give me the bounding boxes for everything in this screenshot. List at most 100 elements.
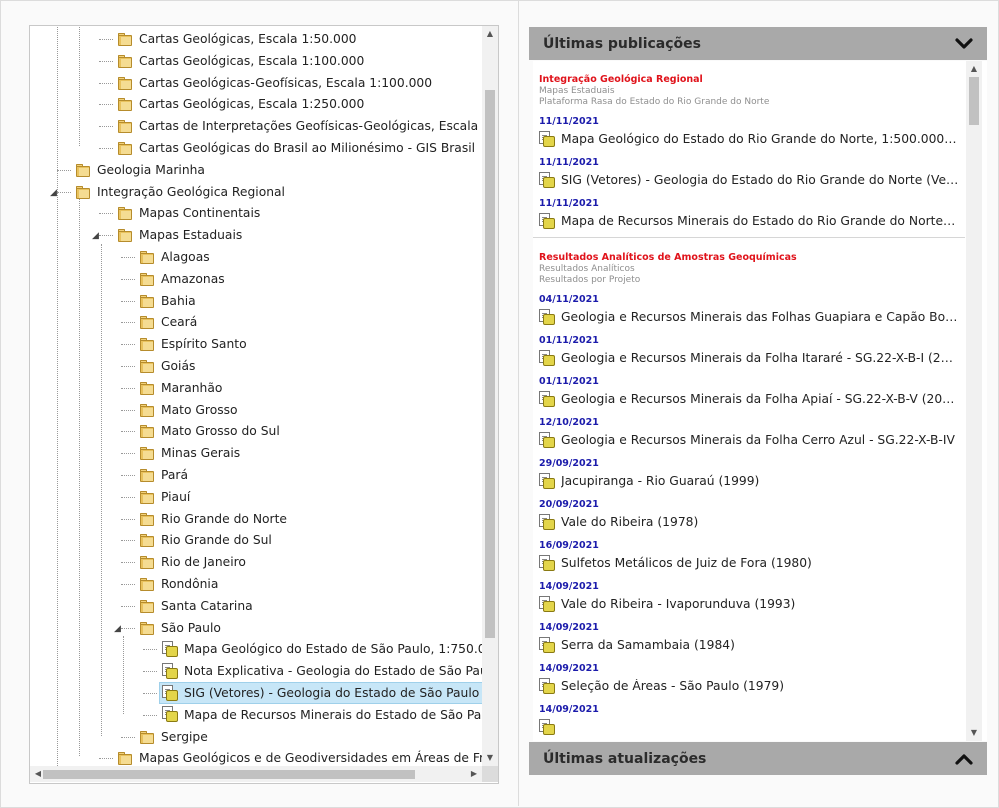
tree-node-label: Mato Grosso do Sul [161, 424, 280, 439]
publication-date: 14/09/2021 [539, 581, 599, 592]
tree-folder-node[interactable]: Bahia [138, 291, 200, 311]
scroll-up-arrow-icon[interactable]: ▲ [966, 61, 982, 77]
tree-collapse-toggle-icon[interactable]: ◢ [50, 188, 57, 198]
catalog-tree: Cartas Geológicas, Escala 1:50.000 Cartas… [30, 26, 482, 766]
tree-document-node[interactable]: Mapa Geológico do Estado de São Paulo, 1… [160, 639, 482, 659]
chevron-down-icon[interactable] [955, 37, 973, 51]
tree-folder-node[interactable]: Mapas Geológicos e de Geodiversidades em… [116, 748, 482, 766]
tree-connector [99, 39, 113, 40]
tree-folder-node[interactable]: Rio de Janeiro [138, 552, 250, 572]
publication-item-label: Sulfetos Metálicos de Juiz de Fora (1980… [561, 556, 812, 570]
tree-folder-node[interactable]: Pará [138, 465, 192, 485]
latest-updates-header[interactable]: Últimas atualizações [529, 742, 987, 775]
tree-node-label: Cartas Geológicas do Brasil ao Milionési… [139, 141, 476, 155]
chevron-up-icon[interactable] [955, 752, 973, 766]
scroll-down-arrow-icon[interactable]: ▼ [966, 725, 982, 741]
tree-folder-node[interactable]: Rio Grande do Sul [138, 530, 276, 550]
folder-icon [140, 599, 155, 613]
tree-folder-node[interactable]: Minas Gerais [138, 443, 244, 463]
tree-vertical-scrollbar[interactable]: ▲ ▼ [482, 26, 498, 766]
tree-folder-node[interactable]: Mapas Estaduais [116, 225, 246, 245]
tree-connector [121, 736, 135, 738]
publication-item[interactable]: Sulfetos Metálicos de Juiz de Fora (1980… [539, 553, 959, 573]
publication-group-subtitle: Resultados Analíticos [539, 264, 635, 274]
folder-icon [118, 751, 133, 766]
tree-document-node[interactable]: SIG (Vetores) - Geologia do Estado de Sã… [158, 682, 482, 704]
scroll-down-arrow-icon[interactable]: ▼ [482, 750, 498, 766]
tree-connector [121, 344, 135, 346]
tree-connector [143, 693, 157, 694]
tree-connector [121, 409, 135, 411]
tree-folder-node[interactable]: Cartas Geológicas, Escala 1:250.000 [116, 94, 368, 114]
tree-node-label: Cartas Geológicas-Geofísicas, Escala 1:1… [139, 75, 433, 90]
folder-icon [140, 424, 155, 439]
tree-vertical-scroll-thumb[interactable] [485, 90, 495, 638]
tree-folder-node[interactable]: Rio Grande do Norte [138, 509, 291, 529]
publication-item[interactable]: Mapa Geológico do Estado do Rio Grande d… [539, 129, 959, 149]
folder-icon [76, 163, 91, 177]
tree-folder-node[interactable]: Maranhão [138, 378, 226, 398]
scrollbar-corner [482, 766, 498, 782]
publication-item[interactable]: Geologia e Recursos Minerais da Folha Ce… [539, 430, 959, 450]
publication-item[interactable]: SIG (Vetores) - Geologia do Estado do Ri… [539, 170, 959, 190]
tree-folder-node[interactable]: Cartas Geológicas, Escala 1:100.000 [116, 51, 368, 71]
publication-item[interactable]: Geologia e Recursos Minerais da Folha Ap… [539, 389, 959, 409]
tree-folder-node[interactable]: Goiás [138, 356, 199, 376]
tree-folder-node[interactable]: Santa Catarina [138, 596, 257, 616]
tree-folder-node[interactable]: Mato Grosso [138, 400, 242, 420]
publication-item[interactable]: Serra da Samambaia (1984) [539, 635, 959, 655]
tree-folder-node[interactable]: Rondônia [138, 574, 222, 594]
folder-icon [118, 32, 133, 46]
tree-horizontal-scroll-thumb[interactable] [43, 770, 415, 779]
publication-group-title[interactable]: Resultados Analíticos de Amostras Geoquí… [539, 252, 797, 263]
publication-item-label: Mapa de Recursos Minerais do Estado do R… [561, 214, 959, 228]
publication-item[interactable]: Geologia e Recursos Minerais das Folhas … [539, 307, 959, 327]
folder-icon [118, 54, 133, 68]
tree-connector [99, 758, 113, 760]
publication-item-label: Seleção de Áreas - São Paulo (1979) [561, 679, 785, 693]
publication-item[interactable]: Vale do Ribeira (1978) [539, 512, 959, 532]
tree-folder-node[interactable]: Mato Grosso do Sul [138, 421, 284, 441]
publication-item[interactable]: Seleção de Áreas - São Paulo (1979) [539, 676, 959, 696]
tree-node-label: Maranhão [161, 380, 223, 395]
publication-date: 20/09/2021 [539, 499, 599, 510]
tree-folder-node[interactable]: Integração Geológica Regional [74, 182, 289, 202]
publications-scroll-thumb[interactable] [969, 77, 979, 125]
tree-folder-node[interactable]: Amazonas [138, 269, 229, 289]
scroll-up-arrow-icon[interactable]: ▲ [482, 26, 498, 42]
tree-document-node[interactable]: Nota Explicativa - Geologia do Estado de… [160, 661, 482, 681]
tree-folder-node[interactable]: Cartas Geológicas-Geofísicas, Escala 1:1… [116, 73, 436, 93]
tree-folder-node[interactable]: Cartas Geológicas, Escala 1:50.000 [116, 29, 360, 49]
publication-item-label: Geologia e Recursos Minerais das Folhas … [561, 310, 959, 324]
tree-folder-node[interactable]: Ceará [138, 312, 201, 332]
tree-folder-node[interactable]: Cartas Geológicas do Brasil ao Milionési… [116, 138, 479, 158]
tree-connector [57, 169, 71, 171]
latest-publications-header[interactable]: Últimas publicações [529, 27, 987, 60]
tree-collapse-toggle-icon[interactable]: ◢ [92, 231, 99, 241]
tree-guide-line [79, 198, 80, 756]
publication-item[interactable] [539, 717, 959, 737]
publication-item[interactable]: Vale do Ribeira - Ivaporunduva (1993) [539, 594, 959, 614]
publication-item[interactable]: Geologia e Recursos Minerais da Folha It… [539, 348, 959, 368]
tree-folder-node[interactable]: Mapas Continentais [116, 203, 264, 223]
tree-folder-node[interactable]: Geologia Marinha [74, 160, 209, 180]
tree-folder-node[interactable]: Espírito Santo [138, 334, 251, 354]
tree-folder-node[interactable]: São Paulo [138, 618, 225, 638]
map-document-icon [539, 595, 556, 613]
scroll-right-arrow-icon[interactable]: ▶ [466, 766, 482, 782]
publication-item[interactable]: Jacupiranga - Rio Guaraú (1999) [539, 471, 959, 491]
tree-node-label: São Paulo [161, 620, 221, 635]
publication-group-title[interactable]: Integração Geológica Regional [539, 74, 703, 85]
tree-guide-line [123, 636, 124, 714]
map-document-icon [539, 130, 556, 148]
tree-folder-node[interactable]: Piauí [138, 487, 194, 507]
folder-icon [140, 272, 155, 286]
tree-collapse-toggle-icon[interactable]: ◢ [114, 624, 121, 634]
tree-document-node[interactable]: Mapa de Recursos Minerais do Estado de S… [160, 705, 482, 725]
tree-horizontal-scrollbar[interactable]: ◀ ▶ [30, 766, 482, 782]
tree-folder-node[interactable]: Sergipe [138, 727, 212, 747]
publications-vertical-scrollbar[interactable]: ▲ ▼ [966, 61, 982, 741]
tree-folder-node[interactable]: Cartas de Interpretações Geofísicas-Geol… [116, 116, 482, 136]
tree-folder-node[interactable]: Alagoas [138, 247, 214, 267]
publication-item[interactable]: Mapa de Recursos Minerais do Estado do R… [539, 211, 959, 231]
